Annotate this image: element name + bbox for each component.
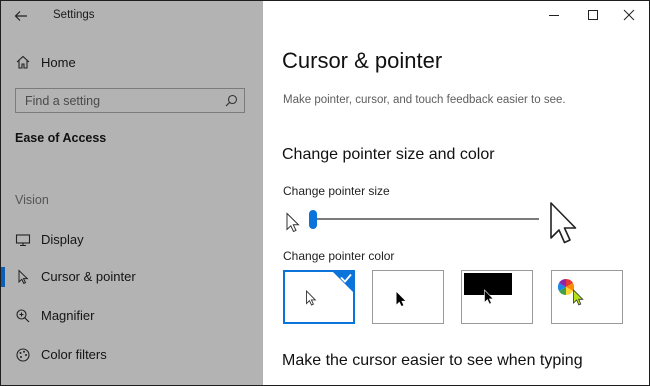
home-link[interactable]: Home [1,49,263,75]
black-cursor-icon [396,292,406,306]
active-indicator [1,267,5,287]
main-panel: Cursor & pointer Make pointer, cursor, a… [263,1,649,385]
search-placeholder: Find a setting [25,94,101,108]
sidebar: Settings Home Find a setting Ease of Acc… [1,1,263,385]
sidebar-item-display[interactable]: Display [1,226,263,254]
magnifier-icon [16,309,30,323]
sidebar-item-label: Color filters [41,347,107,362]
search-icon[interactable] [225,94,238,107]
pointer-section-header: Change pointer size and color [282,146,495,163]
pointer-color-label: Change pointer color [283,249,395,263]
typing-section-header: Make the cursor easier to see when typin… [282,352,583,369]
pointer-color-custom-option[interactable] [551,270,623,324]
pointer-color-white-option[interactable] [283,270,355,324]
sidebar-item-label: Cursor & pointer [41,269,136,284]
sidebar-item-magnifier[interactable]: Magnifier [1,302,263,330]
pointer-size-label: Change pointer size [283,184,390,198]
white-cursor-icon [306,290,317,306]
sidebar-item-label: Magnifier [41,308,95,323]
group-title-vision: Vision [15,193,49,207]
sidebar-item-cursor-pointer[interactable]: Cursor & pointer [1,263,263,291]
small-cursor-icon [286,212,300,233]
pointer-size-slider-thumb[interactable] [309,210,317,229]
color-filters-icon [16,348,30,362]
close-icon[interactable] [618,5,640,25]
page-title: Cursor & pointer [282,48,443,73]
pointer-color-inverted-option[interactable] [461,270,533,324]
settings-window: Settings Home Find a setting Ease of Acc… [0,0,650,386]
pointer-color-black-option[interactable] [372,270,444,324]
page-description: Make pointer, cursor, and touch feedback… [283,94,566,106]
large-cursor-icon [550,202,577,244]
inverted-cursor-icon [484,289,495,305]
sidebar-item-color-filters[interactable]: Color filters [1,341,263,369]
monitor-icon [15,234,31,247]
cursor-icon [18,269,29,285]
checkmark-icon [332,271,354,293]
home-icon [16,55,30,69]
back-arrow-icon[interactable] [11,7,33,25]
minimize-icon[interactable] [543,5,565,25]
section-title: Ease of Access [15,131,107,145]
sidebar-item-label: Display [41,232,84,247]
search-field[interactable]: Find a setting [15,88,245,113]
home-label: Home [41,55,76,70]
window-title: Settings [53,9,95,21]
pointer-size-slider-track[interactable] [313,218,539,220]
maximize-icon[interactable] [582,5,604,25]
custom-cursor-icon [573,289,584,306]
